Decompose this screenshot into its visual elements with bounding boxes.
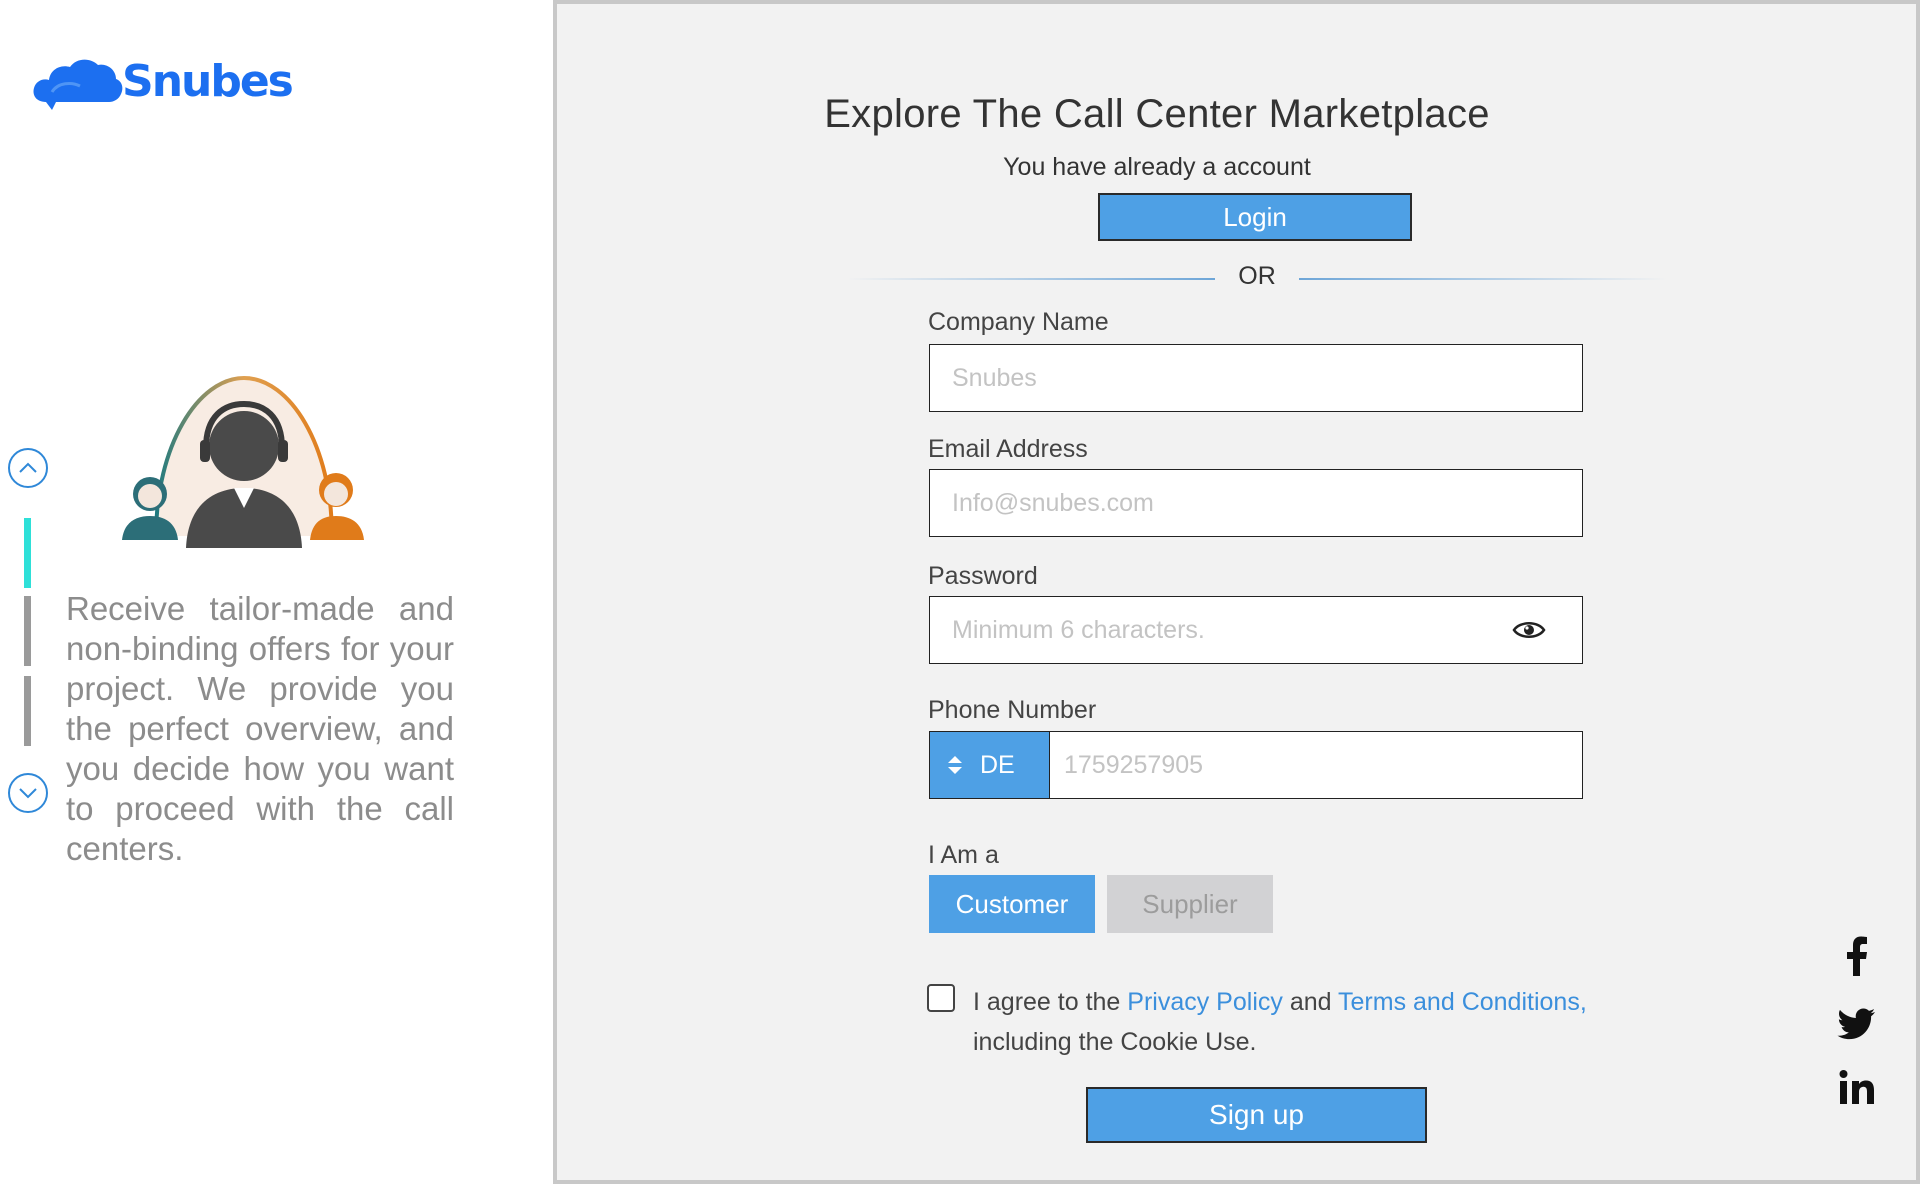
terms-checkbox[interactable] — [927, 984, 955, 1012]
chevron-up-icon — [19, 462, 37, 473]
login-button[interactable]: Login — [1098, 193, 1412, 241]
email-label: Email Address — [928, 435, 1088, 463]
slider-indicator-1[interactable] — [24, 518, 31, 588]
country-code-select[interactable]: DE — [930, 732, 1050, 798]
brand-name: Snubes — [122, 55, 294, 107]
left-panel: Snubes Receive tailor-made and non-bindi… — [0, 0, 553, 1184]
phone-label: Phone Number — [928, 696, 1097, 724]
already-account-text: You have already a account — [1003, 153, 1311, 181]
chevron-down-icon — [19, 788, 37, 799]
or-divider: OR — [847, 260, 1667, 296]
terms-conditions-link[interactable]: Terms and Conditions, — [1338, 988, 1587, 1016]
role-label: I Am a — [928, 841, 999, 869]
slide-description: Receive tailor-made and non-binding offe… — [66, 590, 454, 867]
password-label: Password — [928, 562, 1038, 590]
terms-text: I agree to the Privacy Policy and Terms … — [973, 982, 1613, 1062]
phone-input[interactable] — [1050, 732, 1582, 798]
slider-next-button[interactable] — [8, 773, 48, 813]
slider-indicator-2[interactable] — [24, 596, 31, 666]
phone-field: DE — [929, 731, 1583, 799]
signup-panel: Explore The Call Center Marketplace You … — [553, 0, 1920, 1184]
privacy-policy-link[interactable]: Privacy Policy — [1127, 988, 1283, 1016]
slider-prev-button[interactable] — [8, 448, 48, 488]
brand-logo[interactable]: Snubes — [32, 52, 294, 112]
divider-line-left — [847, 278, 1215, 280]
divider-line-right — [1299, 278, 1667, 280]
email-input[interactable] — [929, 469, 1583, 537]
facebook-icon[interactable] — [1835, 934, 1879, 978]
slider-nav — [8, 448, 48, 818]
company-name-label: Company Name — [928, 308, 1109, 336]
country-code-value: DE — [980, 750, 1015, 779]
signup-button[interactable]: Sign up — [1086, 1087, 1427, 1143]
terms-and: and — [1282, 988, 1339, 1016]
sort-arrows-icon — [948, 756, 962, 774]
terms-prefix: I agree to the — [973, 988, 1128, 1016]
twitter-icon[interactable] — [1835, 1002, 1879, 1046]
linkedin-icon[interactable] — [1835, 1066, 1879, 1110]
slider-indicator-3[interactable] — [24, 676, 31, 746]
terms-suffix: including the Cookie Use. — [973, 1028, 1257, 1056]
role-supplier-button[interactable]: Supplier — [1107, 875, 1273, 933]
eye-icon[interactable] — [1512, 618, 1546, 642]
page-title: Explore The Call Center Marketplace — [824, 92, 1490, 136]
call-center-agents-illustration — [122, 376, 364, 548]
password-input[interactable] — [929, 596, 1583, 664]
company-name-input[interactable] — [929, 344, 1583, 412]
cloud-icon — [33, 59, 123, 110]
role-customer-button[interactable]: Customer — [929, 875, 1095, 933]
or-label: OR — [1238, 262, 1276, 290]
